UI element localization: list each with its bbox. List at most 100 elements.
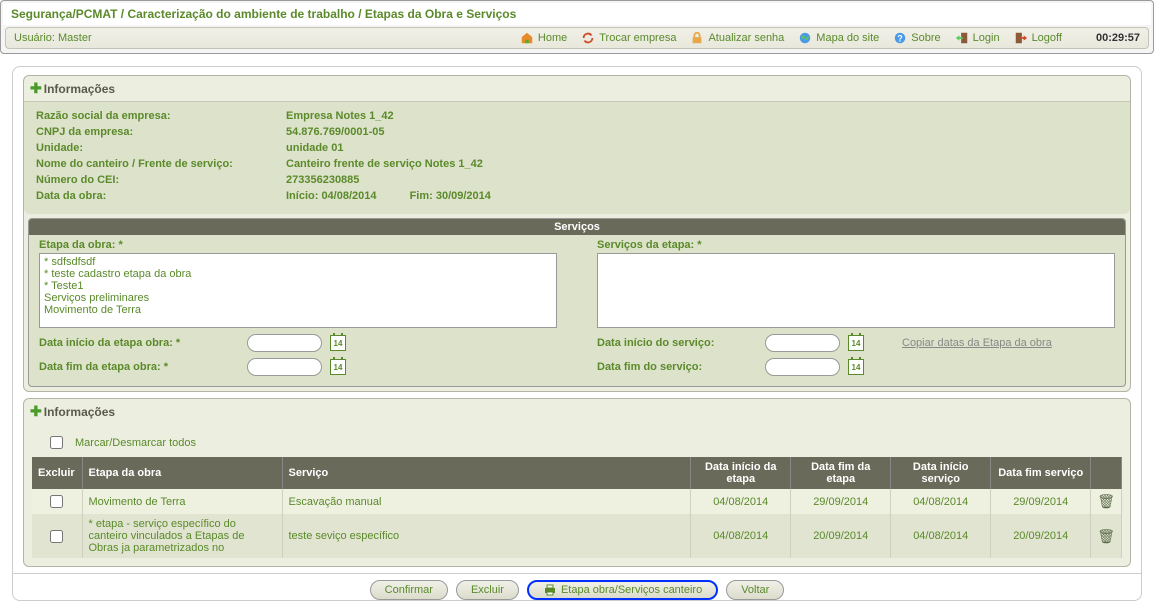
cell-df-serv: 29/09/2014 [991,489,1091,514]
calendar-icon[interactable]: 14 [330,359,346,375]
cell-di-etapa: 04/08/2014 [691,514,791,558]
etapa-obra-label: Etapa da obra: * [39,239,557,251]
nav-login[interactable]: Login [955,31,1000,45]
razao-social-value: Empresa Notes 1_42 [286,110,394,122]
servicos-header: Serviços [29,219,1125,235]
data-inicio-etapa-label: Data início da etapa obra: * [39,337,239,349]
print-icon [543,584,557,596]
nav-trocar-empresa[interactable]: Trocar empresa [581,31,676,45]
nav-mapa-site[interactable]: Mapa do site [798,31,879,45]
list-item[interactable]: Movimento de Terra [42,304,554,316]
etapa-listbox[interactable]: * sdfsdfsdf * teste cadastro etapa da ob… [39,253,557,328]
data-grid: Excluir Etapa da obra Serviço Data iníci… [32,457,1122,558]
cell-di-etapa: 04/08/2014 [691,489,791,514]
data-obra-fim: Fim: 30/09/2014 [410,190,491,202]
razao-social-label: Razão social da empresa: [36,110,286,122]
info-content: Razão social da empresa: Empresa Notes 1… [24,101,1130,214]
data-fim-etapa-label: Data fim da etapa obra: * [39,361,239,373]
nav-mapa-label: Mapa do site [816,32,879,44]
servicos-section: Serviços Etapa da obra: * * sdfsdfsdf * … [28,218,1126,387]
svg-text:?: ? [898,34,903,44]
calendar-icon[interactable]: 14 [330,335,346,351]
refresh-icon [581,31,595,45]
nav-sobre[interactable]: ? Sobre [893,31,940,45]
data-fim-etapa-input[interactable] [247,358,322,376]
breadcrumb: Segurança/PCMAT / Caracterização do ambi… [3,3,1151,25]
servicos-etapa-label: Serviços da etapa: * [597,239,1115,251]
plus-icon[interactable]: ✚ [30,80,42,97]
calendar-icon[interactable]: 14 [848,335,864,351]
nav-senha-label: Atualizar senha [708,32,784,44]
nav-home-label: Home [538,32,567,44]
servicos-listbox[interactable] [597,253,1115,328]
data-obra-label: Data da obra: [36,190,286,202]
home-icon [520,31,534,45]
th-di-servico: Data início serviço [891,457,991,489]
servicos-column: Serviços da etapa: * Data início do serv… [597,239,1115,376]
login-icon [955,31,969,45]
th-excluir: Excluir [32,457,82,489]
nav-atualizar-senha[interactable]: Atualizar senha [690,31,784,45]
cei-value: 273356230885 [286,174,359,186]
cell-di-serv: 04/08/2014 [891,489,991,514]
list-item[interactable]: * sdfsdfsdf [42,256,554,268]
trash-icon[interactable]: 🗑 [1097,493,1115,509]
logoff-icon [1014,31,1028,45]
confirmar-button[interactable]: Confirmar [370,580,448,600]
data-inicio-servico-input[interactable] [765,334,840,352]
th-actions [1091,457,1122,489]
lock-icon [690,31,704,45]
top-bar: Usuário: Master Home Trocar empresa Atua… [5,27,1149,49]
th-servico: Serviço [282,457,691,489]
etapa-column: Etapa da obra: * * sdfsdfsdf * teste cad… [39,239,557,376]
unidade-value: unidade 01 [286,142,343,154]
info-panel-title: Informações [44,82,115,96]
canteiro-label: Nome do canteiro / Frente de serviço: [36,158,286,170]
cell-df-etapa: 20/09/2014 [791,514,891,558]
mark-all-checkbox[interactable] [50,436,63,449]
excluir-button[interactable]: Excluir [456,580,519,600]
cell-servico: Escavação manual [282,489,691,514]
session-timer: 00:29:57 [1096,32,1140,44]
data-inicio-servico-label: Data início do serviço: [597,337,757,349]
canteiro-value: Canteiro frente de serviço Notes 1_42 [286,158,483,170]
th-df-servico: Data fim serviço [991,457,1091,489]
top-nav: Home Trocar empresa Atualizar senha Mapa… [520,31,1140,45]
user-label: Usuário: Master [14,32,92,44]
data-obra-inicio: Início: 04/08/2014 [286,190,377,202]
voltar-button[interactable]: Voltar [726,580,784,600]
mark-all-label: Marcar/Desmarcar todos [75,437,196,449]
calendar-icon[interactable]: 14 [848,359,864,375]
etapa-obra-button[interactable]: Etapa obra/Serviços canteiro [527,580,718,600]
table-row: Movimento de Terra Escavação manual 04/0… [32,489,1122,514]
data-fim-servico-input[interactable] [765,358,840,376]
list-item[interactable]: Serviços preliminares [42,292,554,304]
info-panel-header: ✚ Informações [24,76,1130,101]
list-item[interactable]: * teste cadastro etapa da obra [42,268,554,280]
cell-etapa: Movimento de Terra [82,489,282,514]
data-inicio-etapa-input[interactable] [247,334,322,352]
cnpj-value: 54.876.769/0001-05 [286,126,384,138]
list-item[interactable]: * Teste1 [42,280,554,292]
cell-servico: teste seviço específico [282,514,691,558]
mark-all-row: Marcar/Desmarcar todos [32,432,1122,457]
cell-df-etapa: 29/09/2014 [791,489,891,514]
row-checkbox[interactable] [50,495,63,508]
plus-icon[interactable]: ✚ [30,403,42,420]
row-checkbox[interactable] [50,530,63,543]
grid-container: Marcar/Desmarcar todos Excluir Etapa da … [24,424,1130,566]
nav-home[interactable]: Home [520,31,567,45]
info-panel-2-title: Informações [44,405,115,419]
copiar-datas-link[interactable]: Copiar datas da Etapa da obra [902,337,1052,349]
nav-logoff[interactable]: Logoff [1014,31,1062,45]
data-fim-servico-label: Data fim do serviço: [597,361,757,373]
content-area: ✚ Informações Razão social da empresa: E… [12,66,1142,601]
button-bar: Confirmar Excluir Etapa obra/Serviços ca… [13,573,1141,600]
nav-sobre-label: Sobre [911,32,940,44]
info-panel-2: ✚ Informações Marcar/Desmarcar todos Exc… [23,398,1131,567]
cell-df-serv: 20/09/2014 [991,514,1091,558]
th-df-etapa: Data fim da etapa [791,457,891,489]
nav-login-label: Login [973,32,1000,44]
etapa-obra-label: Etapa obra/Serviços canteiro [561,584,702,596]
trash-icon[interactable]: 🗑 [1097,528,1115,544]
